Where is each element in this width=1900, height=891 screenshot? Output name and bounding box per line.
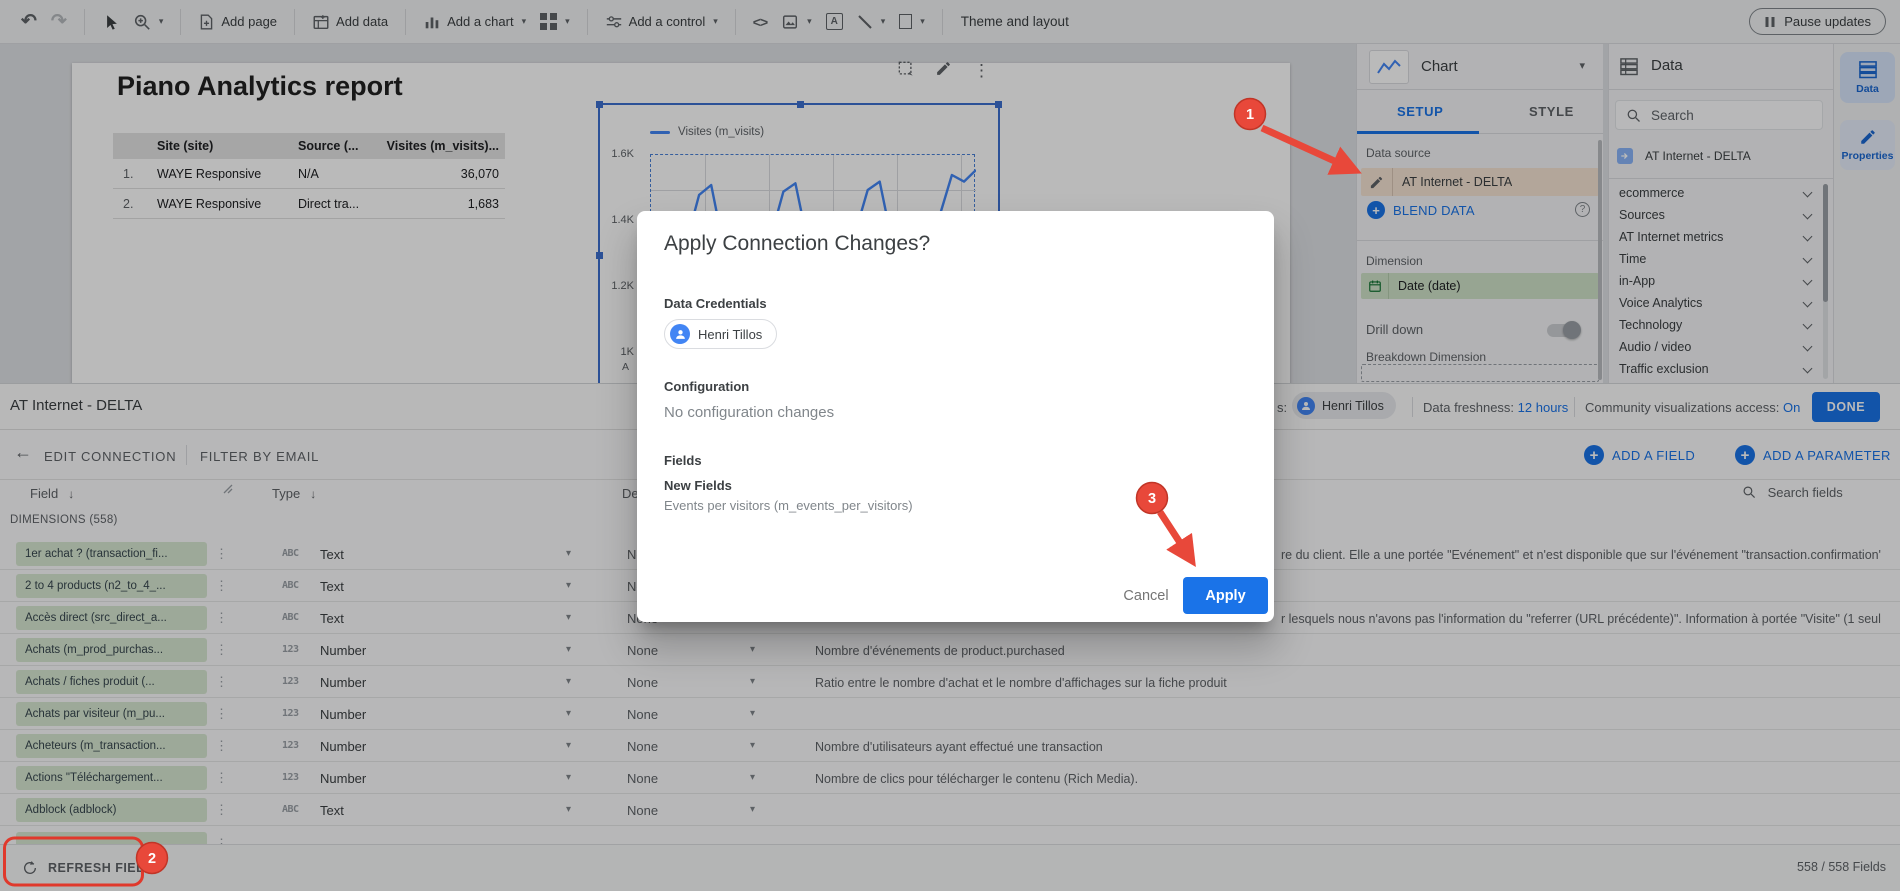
- new-fields-label: New Fields: [664, 478, 732, 493]
- data-credentials-label: Data Credentials: [664, 296, 767, 311]
- configuration-value: No configuration changes: [664, 404, 834, 421]
- owner-name: Henri Tillos: [698, 327, 762, 342]
- credentials-owner-chip[interactable]: Henri Tillos: [664, 319, 777, 349]
- dialog-title: Apply Connection Changes?: [664, 232, 930, 256]
- avatar: [670, 324, 690, 344]
- looker-studio-app: ↶ ↷ ▾ Add page Add data Add a chart ▾ ▾: [0, 0, 1900, 891]
- cancel-button[interactable]: Cancel: [1115, 579, 1177, 613]
- apply-connection-changes-dialog: Apply Connection Changes? Data Credentia…: [637, 211, 1274, 622]
- fields-label: Fields: [664, 453, 702, 468]
- apply-button[interactable]: Apply: [1183, 577, 1268, 614]
- configuration-label: Configuration: [664, 379, 749, 394]
- new-field-value: Events per visitors (m_events_per_visito…: [664, 498, 913, 513]
